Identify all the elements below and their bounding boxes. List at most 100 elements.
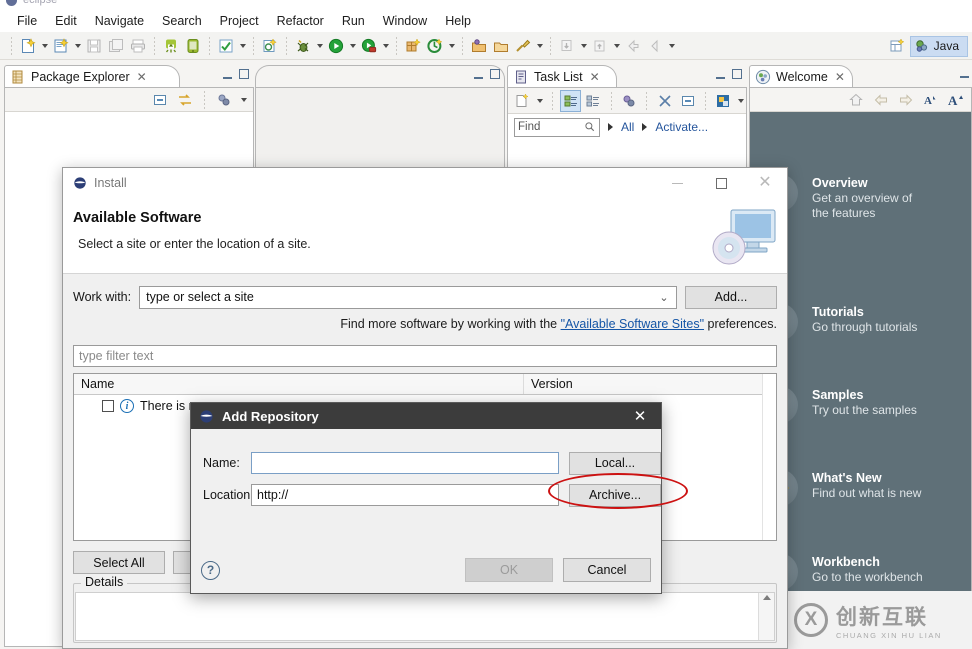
close-icon[interactable]: ✕	[590, 70, 600, 84]
archive-button[interactable]: Archive...	[569, 483, 661, 507]
back-icon[interactable]	[870, 89, 892, 111]
new-java-project-dropdown[interactable]	[72, 35, 83, 57]
details-scrollbar[interactable]	[758, 593, 774, 640]
task-list-find-row: Find All Activate...	[508, 114, 746, 140]
open-task-icon[interactable]	[490, 35, 512, 57]
forward-icon[interactable]	[895, 89, 917, 111]
close-icon[interactable]: ✕	[137, 70, 147, 84]
location-input[interactable]: http://	[251, 484, 559, 506]
menu-search[interactable]: Search	[153, 12, 211, 30]
perspective-java-button[interactable]: Java	[909, 35, 968, 57]
new-java-package-icon[interactable]	[259, 35, 281, 57]
welcome-toolbar: A A	[750, 88, 971, 112]
home-icon[interactable]	[845, 89, 867, 111]
maximize-icon[interactable]	[732, 69, 742, 79]
cancel-button[interactable]: Cancel	[563, 558, 651, 582]
increase-font-icon[interactable]: A	[945, 89, 967, 111]
coverage-icon[interactable]	[358, 35, 380, 57]
task-list-toolbar	[508, 88, 746, 114]
find-input[interactable]: Find	[514, 117, 600, 137]
close-icon[interactable]: ✕	[835, 70, 845, 84]
link-with-editor-icon[interactable]	[174, 89, 196, 111]
maximize-icon[interactable]	[699, 168, 743, 198]
menu-file[interactable]: File	[8, 12, 46, 30]
search-icon[interactable]	[512, 35, 534, 57]
task-activate-link[interactable]: Activate...	[655, 120, 708, 134]
tab-package-explorer[interactable]: Package Explorer ✕	[4, 65, 180, 87]
new-wizard-icon[interactable]	[17, 35, 39, 57]
menu-run[interactable]: Run	[333, 12, 374, 30]
name-input[interactable]	[251, 452, 559, 474]
search-dropdown[interactable]	[534, 35, 545, 57]
help-icon[interactable]: ?	[201, 560, 220, 580]
welcome-icon	[755, 69, 771, 84]
coverage-dropdown[interactable]	[380, 35, 391, 57]
restore-icon[interactable]	[713, 90, 734, 112]
minimize-icon[interactable]	[716, 70, 725, 79]
table-vertical-scrollbar[interactable]	[762, 374, 776, 540]
close-icon[interactable]: ✕	[623, 403, 657, 429]
new-java-project-icon[interactable]	[50, 35, 72, 57]
external-tools-icon[interactable]	[424, 35, 446, 57]
hint-suffix: preferences.	[704, 317, 778, 331]
menu-window[interactable]: Window	[374, 12, 436, 30]
close-icon[interactable]: ✕	[743, 168, 787, 198]
view-menu-icon[interactable]	[238, 89, 249, 111]
menu-edit[interactable]: Edit	[46, 12, 86, 30]
view-menu-icon[interactable]	[736, 90, 746, 112]
decrease-font-icon[interactable]: A	[920, 89, 942, 111]
work-with-combo[interactable]: type or select a site ⌄	[139, 285, 677, 309]
scroll-up-arrow-icon[interactable]	[762, 595, 771, 600]
minimize-icon[interactable]	[960, 69, 969, 78]
collapse-all-icon[interactable]	[677, 90, 698, 112]
available-software-sites-link[interactable]: "Available Software Sites"	[561, 317, 704, 331]
run-dropdown[interactable]	[347, 35, 358, 57]
categorized-icon[interactable]	[560, 89, 581, 112]
menu-navigate[interactable]: Navigate	[86, 12, 153, 30]
tab-welcome[interactable]: Welcome ✕	[749, 65, 853, 87]
android-sdk-manager-icon[interactable]	[160, 35, 182, 57]
menu-help[interactable]: Help	[436, 12, 480, 30]
add-button[interactable]: Add...	[685, 285, 777, 309]
previous-annotation-dropdown[interactable]	[611, 35, 622, 57]
debug-icon[interactable]	[292, 35, 314, 57]
select-all-button[interactable]: Select All	[73, 551, 165, 574]
minimize-icon[interactable]	[474, 70, 483, 79]
new-package-icon[interactable]	[402, 35, 424, 57]
row-checkbox[interactable]	[102, 400, 114, 412]
minimize-icon[interactable]	[223, 70, 232, 79]
menu-project[interactable]: Project	[211, 12, 268, 30]
open-type-icon[interactable]	[468, 35, 490, 57]
next-annotation-dropdown[interactable]	[578, 35, 589, 57]
new-task-icon[interactable]	[512, 90, 533, 112]
open-perspective-icon[interactable]	[886, 35, 908, 57]
task-filter-all[interactable]: All	[621, 120, 634, 134]
minimize-icon[interactable]	[655, 168, 699, 198]
external-tools-dropdown[interactable]	[446, 35, 457, 57]
welcome-item-subtitle: Find out what is new	[812, 486, 922, 500]
ok-button[interactable]: OK	[465, 558, 553, 582]
filter-input[interactable]: type filter text	[73, 345, 777, 367]
task-list-tabbar: Task List ✕	[507, 65, 747, 87]
menu-refactor[interactable]: Refactor	[268, 12, 333, 30]
focus-icon[interactable]	[213, 89, 235, 111]
collapse-all-icon[interactable]	[149, 89, 171, 111]
tab-task-list[interactable]: Task List ✕	[507, 65, 617, 87]
android-avd-manager-icon[interactable]	[182, 35, 204, 57]
toolbar-separator	[646, 91, 648, 110]
chevron-down-icon[interactable]: ⌄	[656, 291, 672, 304]
new-task-dropdown[interactable]	[535, 90, 545, 112]
scheduled-icon[interactable]	[583, 90, 604, 112]
new-wizard-dropdown[interactable]	[39, 35, 50, 57]
check-build-dropdown[interactable]	[237, 35, 248, 57]
navigation-dropdown[interactable]	[666, 35, 677, 57]
debug-dropdown[interactable]	[314, 35, 325, 57]
check-build-icon[interactable]	[215, 35, 237, 57]
maximize-icon[interactable]	[239, 69, 249, 79]
run-icon[interactable]	[325, 35, 347, 57]
synchronize-icon[interactable]	[654, 90, 675, 112]
local-button[interactable]: Local...	[569, 451, 661, 475]
focus-icon[interactable]	[619, 90, 640, 112]
maximize-icon[interactable]	[490, 69, 500, 79]
welcome-item-subtitle: Go through tutorials	[812, 320, 918, 334]
